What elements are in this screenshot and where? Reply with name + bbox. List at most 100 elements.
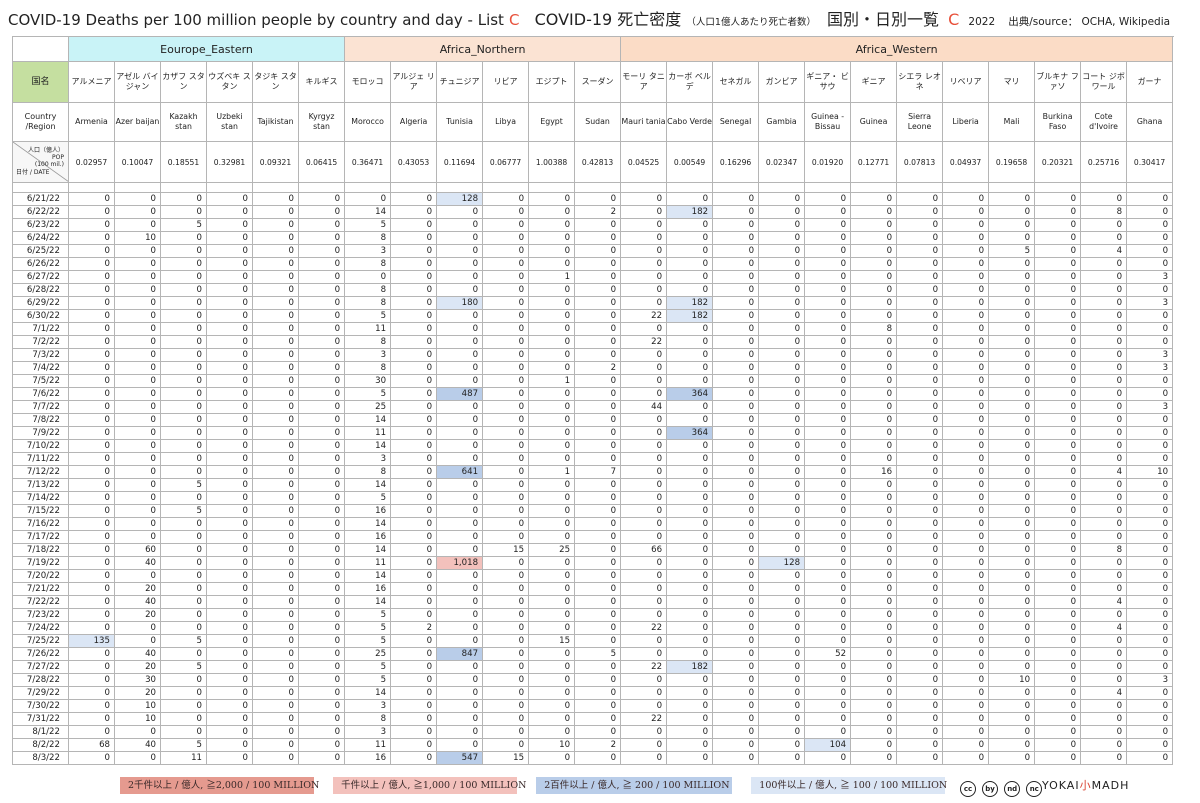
value-cell: 0 (896, 439, 944, 453)
value-cell: 14 (344, 413, 392, 427)
value-cell: 0 (804, 712, 852, 726)
value-cell: 0 (436, 244, 484, 258)
value-cell: 0 (482, 647, 530, 661)
spacer-cell (160, 182, 207, 193)
value-cell: 25 (528, 543, 576, 557)
value-cell: 0 (1034, 218, 1082, 232)
value-cell: 0 (574, 218, 622, 232)
value-cell: 5 (344, 491, 392, 505)
value-cell: 0 (666, 582, 714, 596)
value-cell: 0 (482, 673, 530, 687)
country-name-jp: ギニア・ ビサウ (804, 61, 852, 103)
value-cell: 0 (252, 686, 299, 700)
value-cell: 0 (206, 322, 253, 336)
value-cell: 0 (297, 673, 346, 687)
value-cell: 0 (850, 335, 898, 349)
value-cell: 0 (1034, 205, 1082, 219)
table-row: 7/4/22 0 0 0 0 0 0 8 0 0 0 0 2 0 0 0 0 0 0 0 0 0 0 0 3 (12, 361, 1174, 375)
country-name-jp: コート ジボワール (1080, 61, 1128, 103)
value-cell: 0 (896, 738, 944, 752)
value-cell: 0 (804, 530, 852, 544)
value-cell: 0 (114, 270, 161, 284)
value-cell: 0 (528, 569, 576, 583)
table-row: 7/15/22 0 0 5 0 0 0 16 0 0 0 0 0 0 0 0 0 0 0 0 0 0 0 0 0 (12, 504, 1174, 518)
value-cell: 0 (482, 530, 530, 544)
value-cell: 0 (482, 322, 530, 336)
value-cell: 0 (390, 725, 438, 739)
value-cell: 0 (160, 452, 207, 466)
value-cell: 0 (942, 426, 990, 440)
value-cell: 0 (528, 751, 576, 765)
value-cell: 0 (114, 218, 161, 232)
table-row: 7/21/22 0 20 0 0 0 0 16 0 0 0 0 0 0 0 0 0 0 0 0 0 0 0 0 0 (12, 582, 1174, 596)
value-cell: 128 (436, 192, 484, 206)
value-cell: 0 (988, 205, 1036, 219)
value-cell: 0 (297, 231, 346, 245)
value-cell: 0 (436, 686, 484, 700)
value-cell: 0 (804, 517, 852, 531)
value-cell: 0 (758, 322, 806, 336)
value-cell: 0 (390, 582, 438, 596)
value-cell: 0 (1126, 452, 1174, 466)
value-cell: 0 (758, 621, 806, 635)
value-cell: 0 (436, 699, 484, 713)
value-cell: 0 (68, 231, 115, 245)
country-name-en: Kyrgyz stan (297, 102, 346, 142)
value-cell: 0 (206, 374, 253, 388)
population-value: 0.04525 (620, 141, 668, 183)
value-cell: 0 (68, 478, 115, 492)
value-cell: 0 (1080, 582, 1128, 596)
value-cell: 0 (666, 400, 714, 414)
value-cell: 0 (252, 491, 299, 505)
value-cell: 0 (482, 244, 530, 258)
table-row: 6/24/22 0 10 0 0 0 0 8 0 0 0 0 0 0 0 0 0 0 0 0 0 0 0 0 0 (12, 231, 1174, 245)
value-cell: 0 (942, 582, 990, 596)
country-name-en: Azer baijan (114, 102, 161, 142)
value-cell: 641 (436, 465, 484, 479)
table-row: 6/22/22 0 0 0 0 0 0 14 0 0 0 0 2 0 182 0 0 0 0 0 0 0 0 8 0 (12, 205, 1174, 219)
value-cell: 0 (297, 699, 346, 713)
date-cell: 6/24/22 (12, 231, 69, 245)
value-cell: 0 (206, 660, 253, 674)
value-cell: 0 (712, 569, 760, 583)
value-cell: 0 (528, 673, 576, 687)
value-cell: 0 (666, 686, 714, 700)
value-cell: 0 (988, 699, 1036, 713)
value-cell: 0 (1126, 595, 1174, 609)
value-cell: 0 (620, 413, 668, 427)
value-cell: 0 (160, 296, 207, 310)
value-cell: 0 (436, 205, 484, 219)
value-cell: 0 (482, 660, 530, 674)
value-cell: 0 (1126, 413, 1174, 427)
pop-unit-label: 人口（億人） POP (100 mil.) (28, 147, 64, 168)
value-cell: 0 (1034, 439, 1082, 453)
value-cell: 0 (1080, 491, 1128, 505)
value-cell: 0 (942, 465, 990, 479)
value-cell: 0 (988, 504, 1036, 518)
value-cell: 0 (804, 673, 852, 687)
value-cell: 0 (252, 660, 299, 674)
value-cell: 0 (666, 439, 714, 453)
value-cell: 3 (344, 348, 392, 362)
value-cell: 0 (436, 478, 484, 492)
value-cell: 0 (160, 699, 207, 713)
value-cell: 0 (160, 608, 207, 622)
value-cell: 0 (206, 439, 253, 453)
value-cell: 0 (850, 608, 898, 622)
value-cell: 0 (482, 205, 530, 219)
value-cell: 5 (574, 647, 622, 661)
value-cell: 0 (850, 699, 898, 713)
value-cell: 0 (988, 543, 1036, 557)
date-cell: 6/23/22 (12, 218, 69, 232)
value-cell: 364 (666, 387, 714, 401)
value-cell: 180 (436, 296, 484, 310)
table-row: 7/11/22 0 0 0 0 0 0 3 0 0 0 0 0 0 0 0 0 0 0 0 0 0 0 0 0 (12, 452, 1174, 466)
value-cell: 0 (896, 413, 944, 427)
value-cell: 0 (1034, 569, 1082, 583)
value-cell: 0 (68, 569, 115, 583)
value-cell: 0 (297, 413, 346, 427)
value-cell: 0 (758, 504, 806, 518)
value-cell: 0 (206, 335, 253, 349)
value-cell: 0 (620, 647, 668, 661)
value-cell: 0 (1126, 387, 1174, 401)
